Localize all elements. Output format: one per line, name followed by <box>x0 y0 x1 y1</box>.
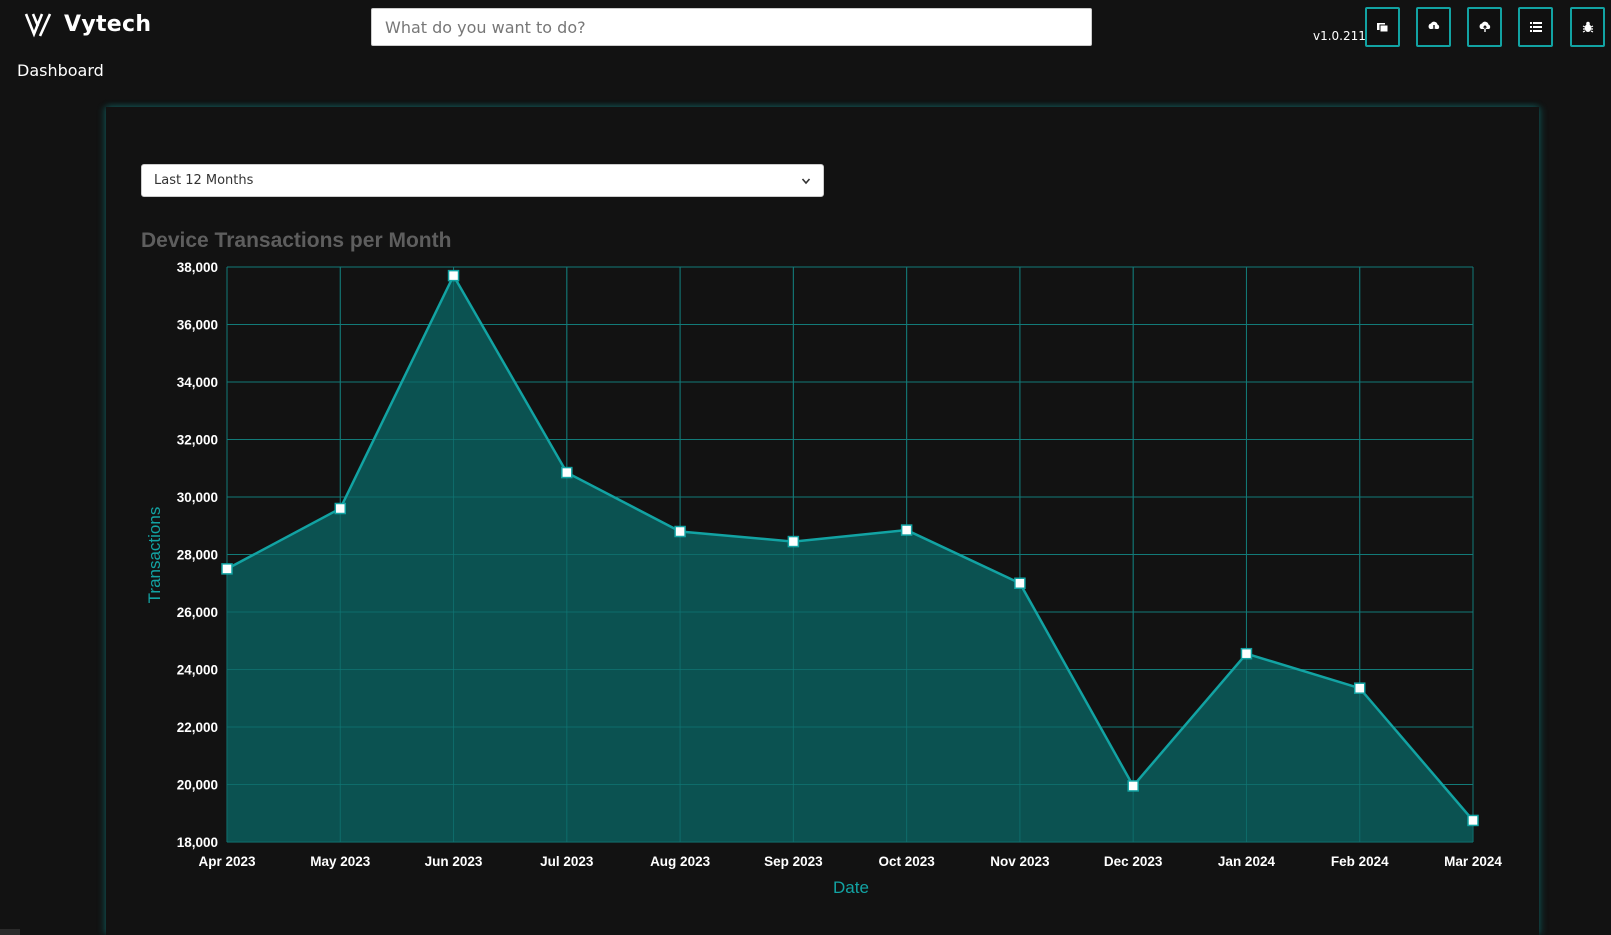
cloud-upload-icon <box>1479 21 1490 32</box>
list-icon <box>1529 22 1542 32</box>
date-range-select[interactable]: Last 12 Months <box>141 164 824 197</box>
windows-icon <box>1376 23 1388 33</box>
search-input[interactable] <box>371 8 1092 46</box>
download-button[interactable] <box>1416 7 1451 47</box>
cloud-download-icon <box>1428 21 1439 33</box>
windows-button[interactable] <box>1365 7 1400 47</box>
app-logo[interactable]: Vytech <box>24 10 151 38</box>
bottom-edge <box>0 929 20 935</box>
list-button[interactable] <box>1518 7 1553 47</box>
date-range-value: Last 12 Months <box>154 173 254 188</box>
top-bar: Vytech v1.0.211 <box>0 0 1611 60</box>
breadcrumb[interactable]: Dashboard <box>17 61 104 80</box>
bug-report-button[interactable] <box>1570 7 1605 47</box>
chevron-down-icon <box>801 177 811 184</box>
upload-button[interactable] <box>1467 7 1502 47</box>
app-name: Vytech <box>64 11 152 37</box>
vytech-logo-icon <box>24 13 52 38</box>
chart-title: Device Transactions per Month <box>141 229 452 252</box>
version-label: v1.0.211 <box>1313 29 1366 43</box>
bug-icon <box>1582 21 1593 33</box>
